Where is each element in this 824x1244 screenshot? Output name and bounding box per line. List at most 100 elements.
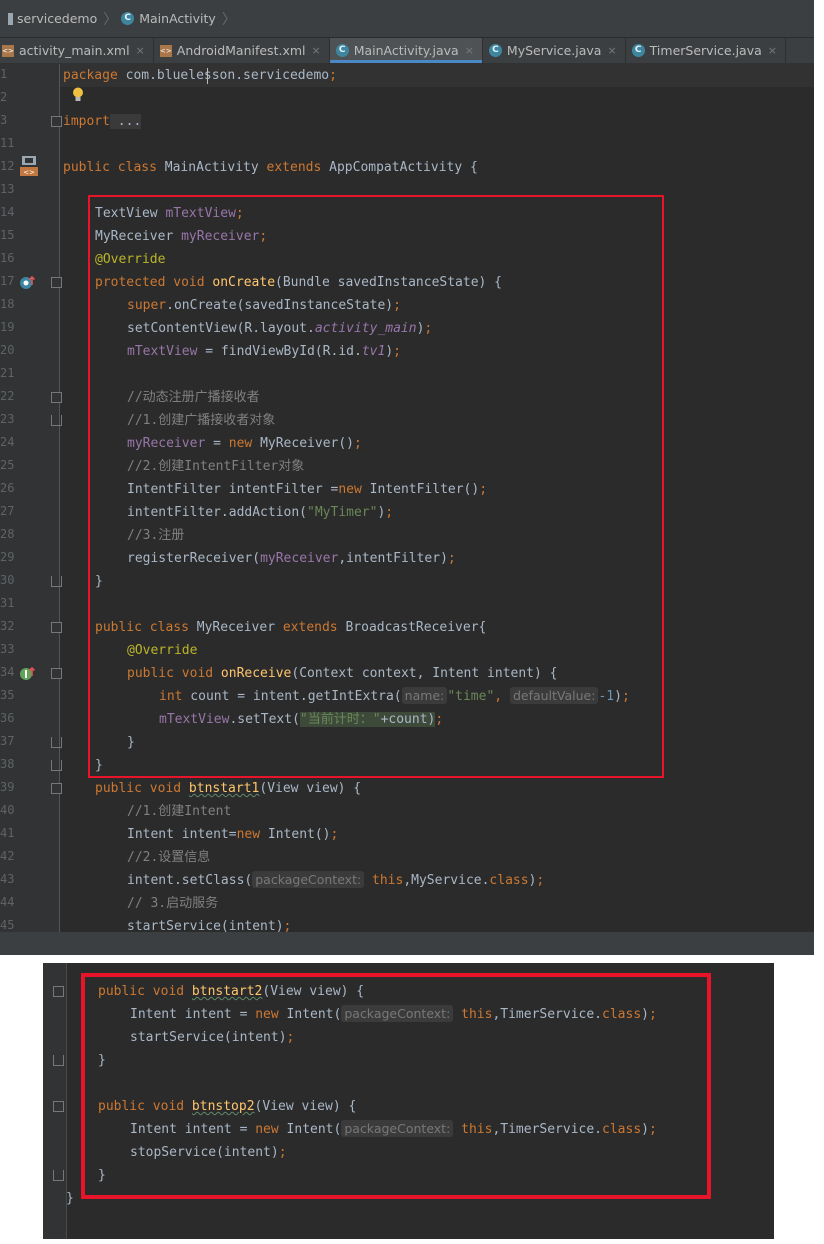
line-number: 35 xyxy=(0,688,15,702)
line-number: 25 xyxy=(0,458,15,472)
line-number: 38 xyxy=(0,757,15,771)
fold-end-icon[interactable] xyxy=(51,415,62,426)
semicolon: ; xyxy=(329,68,337,83)
fold-end-icon[interactable] xyxy=(51,576,62,587)
tab-myservice-java[interactable]: C MyService.java × xyxy=(483,38,626,63)
keyword: class xyxy=(117,160,157,175)
line-number: 30 xyxy=(0,573,15,587)
line-number: 17 xyxy=(0,274,15,288)
fold-minus-icon[interactable] xyxy=(51,783,62,794)
line-number: 24 xyxy=(0,435,15,449)
code-line-44[interactable]: // 3.启动服务 xyxy=(127,892,218,915)
code-text: intent.setClass( xyxy=(127,873,253,888)
line-number: 27 xyxy=(0,504,15,518)
fold-end-icon[interactable] xyxy=(53,1055,64,1066)
fold-end-icon[interactable] xyxy=(53,1170,64,1181)
code-line-43[interactable]: intent.setClass(packageContext: this,MyS… xyxy=(127,869,544,892)
text-cursor xyxy=(207,68,208,84)
code-text: ,MyService. xyxy=(403,873,490,888)
code-line-1[interactable]: package com.bluelesson.servicedemo; xyxy=(63,64,337,87)
code-line-3[interactable]: import ... xyxy=(63,110,142,133)
code-line-41[interactable]: Intent intent=new Intent(); xyxy=(127,823,338,846)
code-line-12[interactable]: public class MainActivity extends AppCom… xyxy=(63,156,478,179)
code-snippet-2: public void btnstart2(View view) { Inten… xyxy=(43,963,774,1239)
line-number: 14 xyxy=(0,205,15,219)
code-text: Intent intent= xyxy=(127,827,237,842)
line-number: 36 xyxy=(0,711,15,725)
lightbulb-icon[interactable] xyxy=(71,86,85,104)
tab-activity-main-xml[interactable]: <> activity_main.xml × xyxy=(0,38,154,63)
fold-minus-icon[interactable] xyxy=(53,1101,64,1112)
close-icon[interactable]: × xyxy=(607,44,616,57)
line-number: 13 xyxy=(0,182,15,196)
parameter-hint: packageContext: xyxy=(252,871,365,888)
gutter: 1 2 3 11 12 13 14 15 16 17 18 19 20 21 2… xyxy=(0,64,83,932)
tab-androidmanifest-xml[interactable]: <> AndroidManifest.xml × xyxy=(154,38,330,63)
class-icon: C xyxy=(335,44,349,57)
code-line-39[interactable]: public void btnstart1(View view) { xyxy=(95,777,361,800)
line-number: 15 xyxy=(0,228,15,242)
close-icon[interactable]: × xyxy=(768,44,777,57)
line-number: 37 xyxy=(0,734,15,748)
line-number: 1 xyxy=(0,67,8,81)
line-number: 28 xyxy=(0,527,15,541)
semicolon: ; xyxy=(536,873,545,888)
code-line[interactable]: } xyxy=(66,1187,74,1210)
chevron-right-icon: 〉 xyxy=(221,11,236,28)
implement-method-icon[interactable] xyxy=(19,666,37,682)
class-icon: C xyxy=(488,44,502,57)
line-number: 26 xyxy=(0,481,15,495)
tab-label: MainActivity.java xyxy=(353,43,459,58)
fold-end-icon[interactable] xyxy=(51,737,62,748)
method-name: btnstart1 xyxy=(188,781,260,796)
line-number: 39 xyxy=(0,780,15,794)
breadcrumb-project[interactable]: servicedemo xyxy=(0,0,101,37)
tab-timerservice-java[interactable]: C TimerService.java × xyxy=(626,38,786,63)
line-number: 3 xyxy=(0,113,8,127)
close-icon[interactable]: × xyxy=(465,44,474,57)
code-text: AppCompatActivity { xyxy=(321,160,478,175)
close-icon[interactable]: × xyxy=(136,44,145,57)
line-number: 16 xyxy=(0,251,15,265)
svg-text:<>: <> xyxy=(23,169,35,177)
class-name: MainActivity xyxy=(156,160,267,175)
fold-minus-icon[interactable] xyxy=(51,668,62,679)
code-editor[interactable]: 1 2 3 11 12 13 14 15 16 17 18 19 20 21 2… xyxy=(0,64,814,934)
class-icon: C xyxy=(121,12,135,25)
fold-minus-icon[interactable] xyxy=(51,622,62,633)
code-line-42[interactable]: //2.设置信息 xyxy=(127,846,210,869)
code-text: Intent() xyxy=(260,827,331,842)
fold-end-icon[interactable] xyxy=(51,760,62,771)
line-number: 42 xyxy=(0,849,15,863)
override-method-icon[interactable] xyxy=(19,275,37,291)
fold-plus-icon[interactable] xyxy=(51,116,62,127)
line-number: 34 xyxy=(0,665,15,679)
folded-imports[interactable]: ... xyxy=(109,114,142,129)
xml-file-icon: <> xyxy=(159,44,172,57)
keyword: class xyxy=(489,873,529,888)
layout-file-icon[interactable]: <> xyxy=(19,155,39,177)
breadcrumb-file-label: MainActivity xyxy=(139,11,216,26)
keyword: public void xyxy=(95,781,189,796)
keyword: this xyxy=(372,873,404,888)
breadcrumb-project-label: servicedemo xyxy=(17,11,98,26)
line-number: 33 xyxy=(0,642,15,656)
folder-icon xyxy=(8,12,13,25)
close-icon[interactable]: × xyxy=(312,44,321,57)
tab-label: AndroidManifest.xml xyxy=(176,43,306,58)
code-text: (View view) { xyxy=(259,781,362,796)
horizontal-scrollbar[interactable] xyxy=(0,932,814,955)
line-number: 32 xyxy=(0,619,15,633)
line-number: 12 xyxy=(0,159,15,173)
highlight-box xyxy=(88,195,664,778)
fold-minus-icon[interactable] xyxy=(53,986,64,997)
keyword: package xyxy=(63,68,118,83)
fold-minus-icon[interactable] xyxy=(51,392,62,403)
fold-minus-icon[interactable] xyxy=(51,277,62,288)
line-number: 11 xyxy=(0,136,15,150)
class-icon: C xyxy=(631,44,645,57)
code-line-40[interactable]: //1.创建Intent xyxy=(127,800,231,823)
highlight-box xyxy=(81,973,711,1199)
tab-mainactivity-java[interactable]: C MainActivity.java × xyxy=(329,38,483,63)
breadcrumb-file[interactable]: C MainActivity xyxy=(119,0,220,37)
